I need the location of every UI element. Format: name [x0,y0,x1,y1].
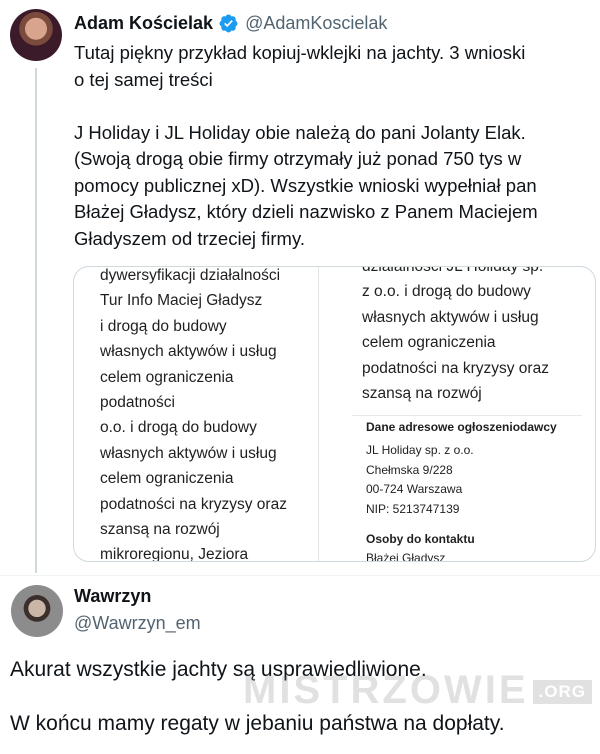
tweet-line: (Swoją drogą obie firmy otrzymały już po… [74,148,522,169]
tweet-line: pomocy publicznej xD). Wszystkie wnioski… [74,174,537,196]
watermark-text: MISTRZOWIE [243,668,529,712]
doc-line: z o.o. i drogą do budowy [362,283,531,301]
document-section-divider [352,415,582,416]
doc-line: celem ograniczenia [100,470,234,488]
tweet-media-image[interactable]: dywersyfikacji działalności Tur Info Mac… [73,266,596,562]
doc-line: Tur Info Maciej Gładysz [100,292,263,310]
doc-line: działalności JL Holiday sp. [362,267,549,279]
tweet-header: Adam Kościelak @AdamKoscielak [74,10,387,36]
doc-line: własnych aktywów i usług [100,343,277,361]
document-left-column: dywersyfikacji działalności Tur Info Mac… [100,267,340,562]
doc-line: podatności [100,394,175,412]
tweet-body: Tutaj piękny przykład kopiuj-wklejki na … [74,40,574,252]
tweet-reply: Wawrzyn @Wawrzyn_em Akurat wszystkie jac… [0,576,600,754]
address-line: 00-724 Warszawa [366,482,463,496]
document-address-section: Dane adresowe ogłoszeniodawcy JL Holiday… [366,419,586,562]
doc-line: celem ograniczenia [362,334,496,352]
author-avatar[interactable] [10,9,62,61]
address-line: Chełmska 9/228 [366,462,453,477]
watermark-suffix: .ORG [532,680,592,705]
doc-line: o.o. i drogą do budowy [100,419,257,437]
doc-line: podatności na kryzysy oraz [362,359,549,377]
doc-line: dywersyfikacji działalności [100,267,281,284]
doc-line: szansą na rozwój [362,385,482,403]
doc-line: podatności na kryzysy oraz [100,495,287,513]
document-column-divider [318,267,319,561]
tweet-primary: Adam Kościelak @AdamKoscielak Tutaj pięk… [0,0,600,575]
verified-badge-icon [219,14,238,32]
author-name[interactable]: Wawrzyn [74,586,151,607]
author-handle[interactable]: @AdamKoscielak [245,13,387,34]
tweet-line: J Holiday i JL Holiday obie należą do pa… [74,121,526,143]
tweet-line: Gładyszem od trzeciej firmy. [74,227,305,249]
contact-section-title: Osoby do kontaktu [366,532,475,546]
author-avatar[interactable] [11,585,63,637]
address-section-title: Dane adresowe ogłoszeniodawcy [366,420,557,434]
address-line: NIP: 5213747139 [366,501,460,516]
tweet-line: W końcu mamy regaty w jebaniu państwa na… [10,712,505,735]
tweet-line: Błażej Gładysz, który dzieli nazwisko z … [74,201,538,222]
contact-name: Błażej Gładysz [366,551,446,562]
doc-line: mikroregionu, Jeziora [100,546,249,562]
site-watermark: MISTRZOWIE .ORG [243,668,592,713]
doc-line: szansą na rozwój [100,521,220,539]
doc-line: i drogą do budowy [100,317,227,335]
document-right-column: działalności JL Holiday sp. z o.o. i dro… [362,267,592,415]
doc-line: własnych aktywów i usług [100,444,277,462]
address-line: JL Holiday sp. z o.o. [366,443,474,457]
thread-connector-line [35,68,37,573]
tweet-line: o tej samej treści [74,68,213,90]
tweet-line: Tutaj piękny przykład kopiuj-wklejki na … [74,42,526,63]
author-handle[interactable]: @Wawrzyn_em [74,613,201,634]
doc-line: celem ograniczenia [100,368,234,386]
doc-line: własnych aktywów i usług [362,308,539,326]
author-name[interactable]: Adam Kościelak [74,13,213,34]
